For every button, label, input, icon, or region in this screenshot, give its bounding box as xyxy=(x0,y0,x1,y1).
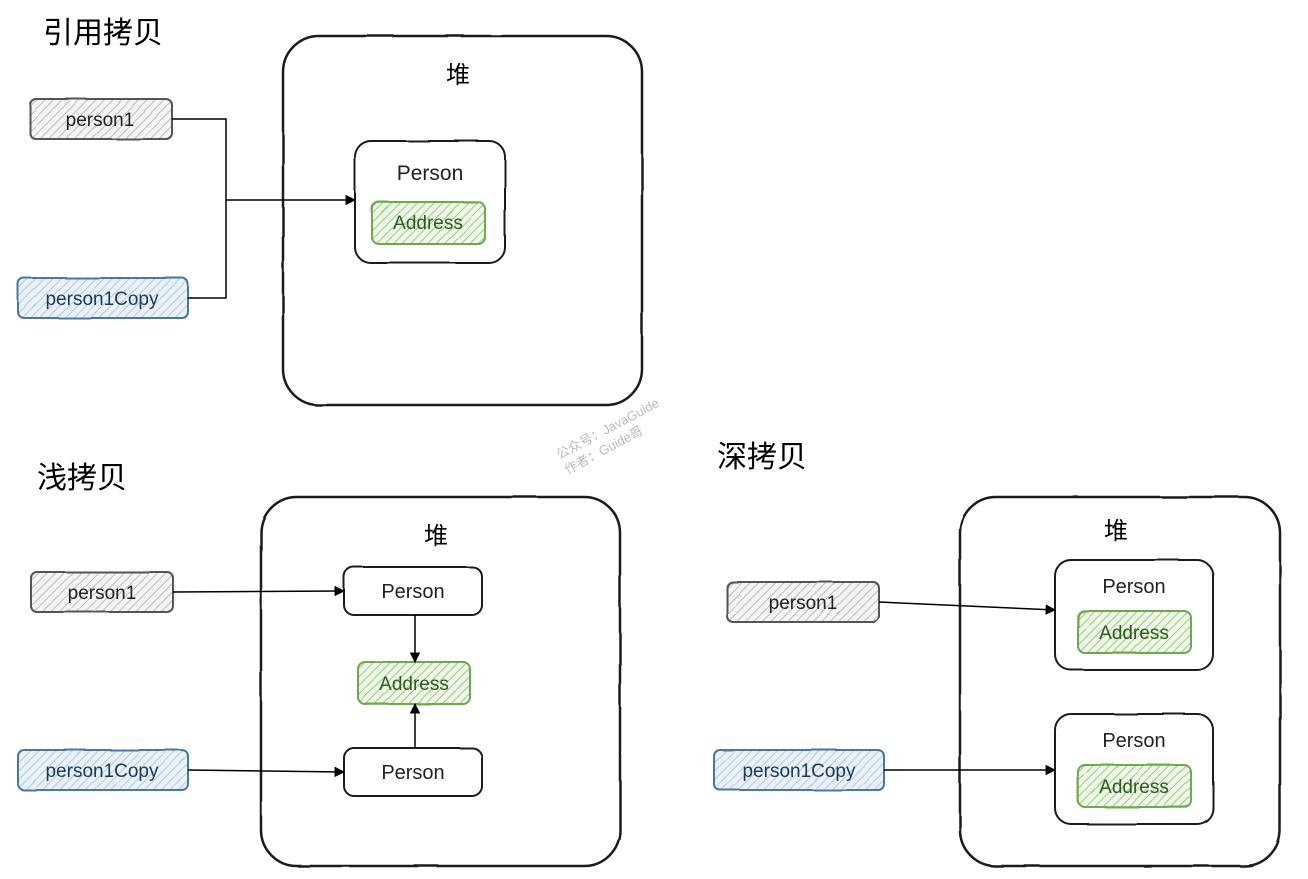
ref-copy-diagram xyxy=(18,36,642,405)
shallow-copy-title: 浅拷贝 xyxy=(37,453,127,497)
deep-heap-box xyxy=(960,497,1280,866)
shallow-person1copy-arrow xyxy=(188,770,344,772)
deep-copy-diagram xyxy=(714,497,1280,866)
ref-address-label: Address xyxy=(393,213,463,234)
ref-person1copy-label: person1Copy xyxy=(45,289,159,310)
shallow-person1copy-label: person1Copy xyxy=(45,761,159,782)
deep-address-top-label: Address xyxy=(1099,623,1169,644)
shallow-copy-diagram xyxy=(18,497,620,866)
shallow-person-top-label: Person xyxy=(381,581,444,603)
ref-person-label: Person xyxy=(397,162,464,185)
ref-person1-label: person1 xyxy=(66,110,135,131)
deep-address-bottom-label: Address xyxy=(1099,777,1169,798)
deep-copy-title: 深拷贝 xyxy=(717,432,807,476)
shallow-person-bottom-label: Person xyxy=(381,762,444,784)
shallow-address-label: Address xyxy=(379,674,449,695)
shallow-person1-arrow xyxy=(173,591,344,592)
deep-person-top-label: Person xyxy=(1102,576,1165,598)
deep-person1copy-label: person1Copy xyxy=(742,761,856,782)
deep-person1-label: person1 xyxy=(769,593,838,614)
deep-person1-arrow xyxy=(879,602,1055,610)
shallow-heap-label: 堆 xyxy=(424,516,448,551)
shallow-person1-label: person1 xyxy=(68,583,137,604)
ref-person1-arrow xyxy=(172,119,355,200)
ref-copy-title: 引用拷贝 xyxy=(43,8,163,52)
deep-person-bottom-label: Person xyxy=(1102,730,1165,752)
deep-heap-label: 堆 xyxy=(1104,511,1128,546)
ref-person1copy-arrow xyxy=(188,200,226,298)
ref-heap-label: 堆 xyxy=(446,55,470,90)
